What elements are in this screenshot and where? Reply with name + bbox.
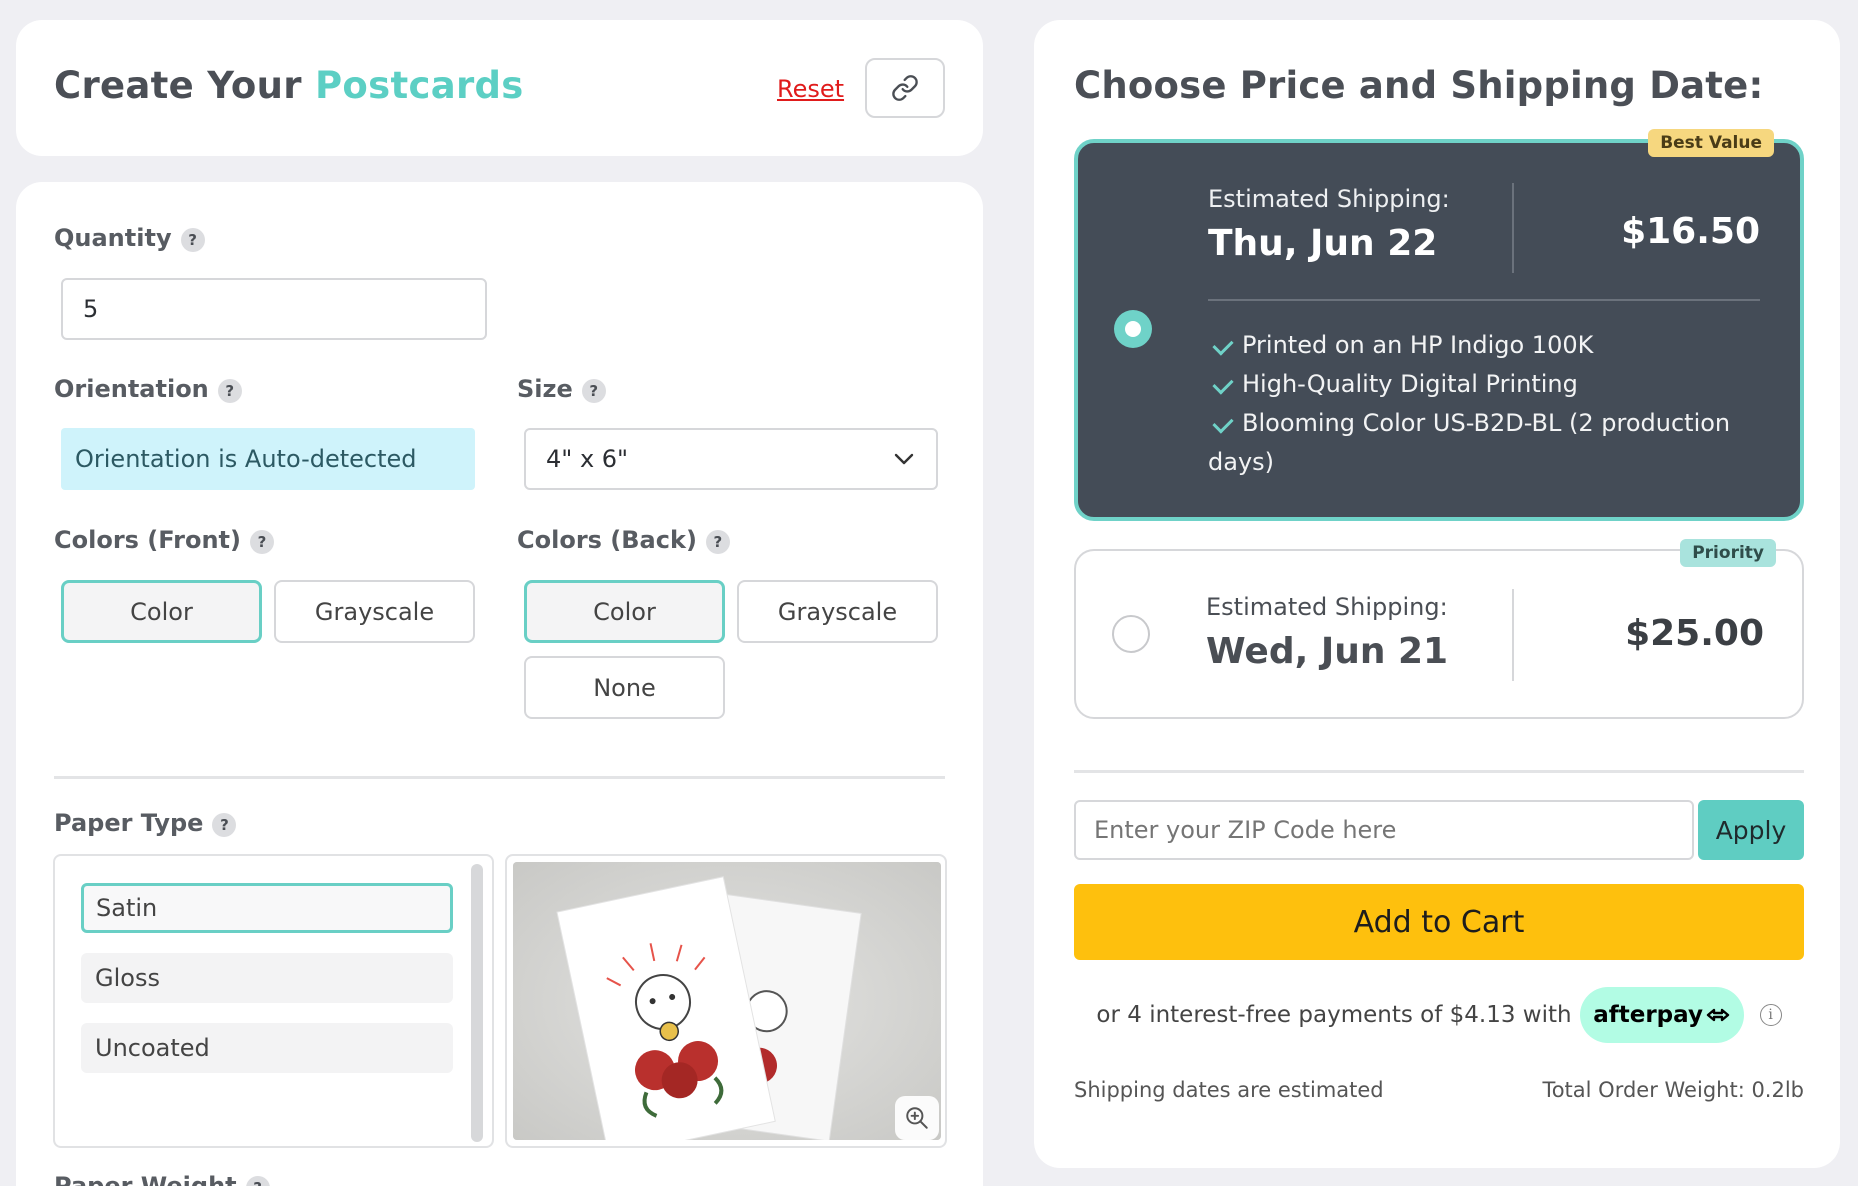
shipping-estimate-note: Shipping dates are estimated [1074,1078,1384,1102]
orientation-info: Orientation is Auto-detected [61,428,475,490]
paper-preview [505,854,947,1148]
paper-weight-label: Paper Weight ? [54,1172,270,1186]
size-select-value: 4" x 6" [546,445,629,473]
postcard-illustration [513,862,941,1140]
colors-back-label: Colors (Back) ? [517,526,730,554]
paper-option-satin[interactable]: Satin [81,883,453,933]
apply-button[interactable]: Apply [1698,800,1804,860]
priority-ship-date: Wed, Jun 21 [1206,631,1449,672]
quantity-label-text: Quantity [54,224,172,252]
size-label: Size ? [517,375,606,403]
link-icon [892,75,918,101]
colors-front-label-text: Colors (Front) [54,526,241,554]
afterpay-logo[interactable]: afterpay [1579,987,1744,1043]
paper-type-list: Satin Gloss Uncoated [53,854,494,1148]
colors-back-grayscale-button[interactable]: Grayscale [737,580,938,643]
afterpay-arrows-icon [1706,1008,1730,1022]
zip-code-input[interactable] [1074,800,1694,860]
shipping-option-standard-radio[interactable] [1114,310,1152,348]
colors-back-color-button[interactable]: Color [524,580,725,643]
feature-text: High-Quality Digital Printing [1242,370,1578,398]
feature-text-wrap: days) [1208,448,1275,476]
shipping-option-standard[interactable]: Best Value Estimated Shipping: Thu, Jun … [1074,129,1804,521]
standard-ship-date: Thu, Jun 22 [1208,223,1438,264]
standard-price: $16.50 [1621,211,1760,252]
colors-back-help-icon[interactable]: ? [705,530,730,554]
postcard-preview-image [513,862,941,1140]
colors-front-grayscale-button[interactable]: Grayscale [274,580,475,643]
best-value-badge: Best Value [1648,129,1774,157]
chevron-down-icon [894,453,914,465]
section-divider [54,776,945,779]
orientation-label-text: Orientation [54,375,209,403]
feature-item: Printed on an HP Indigo 100K [1208,331,1593,359]
colors-front-label: Colors (Front) ? [54,526,274,554]
priority-est-label: Estimated Shipping: [1206,593,1448,621]
afterpay-info-icon[interactable]: i [1759,1004,1782,1026]
standard-est-label: Estimated Shipping: [1208,185,1450,213]
paper-list-scrollbar[interactable] [471,864,483,1142]
orientation-label: Orientation ? [54,375,242,403]
zoom-in-icon [906,1107,928,1129]
quantity-help-icon[interactable]: ? [180,228,205,252]
check-icon [1212,373,1234,395]
header-card: Create Your Postcards Reset [16,20,983,156]
add-to-cart-button[interactable]: Add to Cart [1074,884,1804,960]
shipping-card: Choose Price and Shipping Date: Best Val… [1034,20,1840,1168]
shipping-option-priority-radio[interactable] [1112,615,1150,653]
paper-option-uncoated[interactable]: Uncoated [81,1023,453,1073]
paper-weight-label-text: Paper Weight [54,1172,237,1186]
afterpay-brand-text: afterpay [1593,1002,1703,1028]
priority-divider [1512,589,1514,681]
colors-back-none-button[interactable]: None [524,656,725,719]
feature-item: Blooming Color US-B2D-BL (2 production [1208,409,1730,437]
zoom-button[interactable] [895,1096,939,1140]
paper-type-label-text: Paper Type [54,809,204,837]
colors-front-help-icon[interactable]: ? [249,530,274,554]
page-title: Create Your Postcards [54,64,524,107]
size-label-text: Size [517,375,573,403]
check-icon [1212,412,1234,434]
paper-type-label: Paper Type ? [54,809,237,837]
size-help-icon[interactable]: ? [581,379,606,403]
feature-text: Printed on an HP Indigo 100K [1242,331,1594,359]
check-icon [1212,334,1234,356]
afterpay-line: or 4 interest-free payments of $4.13 wit… [1074,986,1804,1044]
quantity-label: Quantity ? [54,224,205,252]
orientation-help-icon[interactable]: ? [217,379,242,403]
feature-text: Blooming Color US-B2D-BL (2 production [1242,409,1731,437]
reset-link[interactable]: Reset [777,75,844,103]
page-title-prefix: Create Your [54,64,316,107]
afterpay-text: or 4 interest-free payments of $4.13 wit… [1096,1002,1572,1028]
feature-item: High-Quality Digital Printing [1208,370,1578,398]
shipping-option-priority[interactable]: Priority Estimated Shipping: Wed, Jun 21… [1074,539,1804,719]
order-weight: Total Order Weight: 0.2lb [1542,1078,1804,1102]
standard-hr [1208,299,1760,301]
shipping-divider [1074,770,1804,773]
priority-price: $25.00 [1625,613,1764,654]
quantity-input[interactable]: 5 [61,278,487,340]
options-card: Quantity ? 5 Orientation ? Orientation i… [16,182,983,1186]
paper-type-help-icon[interactable]: ? [212,813,237,837]
shipping-title: Choose Price and Shipping Date: [1074,64,1764,107]
colors-back-label-text: Colors (Back) [517,526,697,554]
colors-front-color-button[interactable]: Color [61,580,262,643]
size-select[interactable]: 4" x 6" [524,428,938,490]
page-title-accent: Postcards [315,64,524,107]
paper-weight-help-icon[interactable]: ? [245,1176,270,1186]
standard-divider [1512,183,1514,273]
priority-badge: Priority [1680,539,1776,567]
paper-option-gloss[interactable]: Gloss [81,953,453,1003]
share-link-button[interactable] [865,58,945,118]
